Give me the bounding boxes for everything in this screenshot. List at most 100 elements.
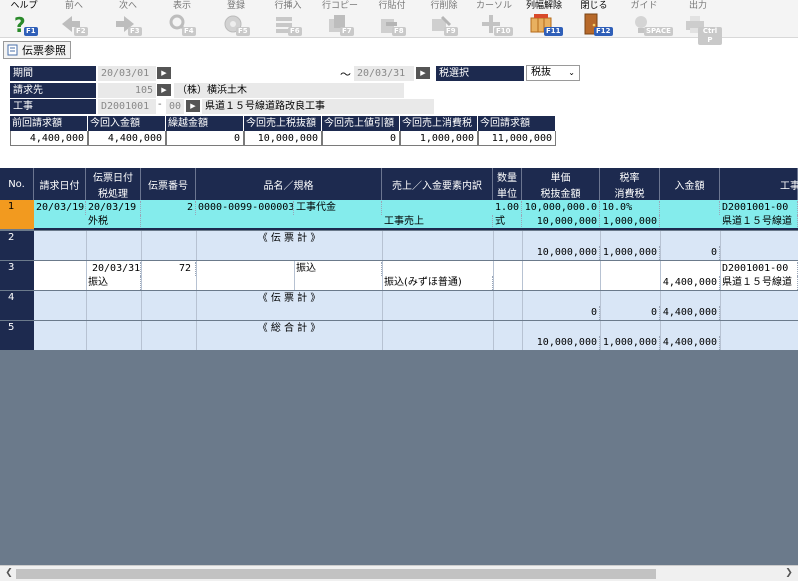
period-to-field[interactable]: 20/03/31	[354, 66, 414, 81]
scroll-right-icon[interactable]: ❯	[782, 568, 796, 580]
tax-cell[interactable]: 1,000,000	[600, 246, 660, 260]
customer-code-field[interactable]: 105	[98, 83, 156, 98]
table-row[interactable]: 5 《 総 合 計 》 10,000,000 1,000,000 4,400,0…	[0, 321, 798, 350]
slip-date-cell[interactable]: 20/03/31	[86, 262, 141, 276]
col-header-project[interactable]: 工事	[720, 168, 798, 200]
unit-price-cell[interactable]: 10,000,000.0	[522, 201, 600, 215]
tax-proc-cell[interactable]: 振込	[86, 276, 141, 290]
tax-cell[interactable]: 1,000,000	[600, 215, 660, 229]
col-header-excl-amount[interactable]: 税抜金額	[522, 184, 600, 200]
deposit-cell[interactable]	[660, 201, 720, 215]
table-row[interactable]: 1 20/03/19 20/03/19 外税 2 0000-0099-00000…	[0, 200, 798, 230]
excl-amount-cell[interactable]: 10,000,000	[522, 246, 600, 260]
col-header-unit[interactable]: 単位	[493, 184, 522, 200]
customer-picker[interactable]: ▶	[157, 84, 171, 96]
col-header-tax-proc[interactable]: 税処理	[86, 184, 141, 200]
summary-billing: 11,000,000	[478, 131, 556, 146]
tax-cell[interactable]: 1,000,000	[600, 336, 660, 350]
grand-total-label: 《 総 合 計 》	[257, 323, 321, 334]
period-from-picker[interactable]: ▶	[157, 67, 171, 79]
column-width-reset-button[interactable]: 列幅解除 F11	[520, 1, 568, 37]
sales-type-cell[interactable]: 工事売上	[382, 215, 493, 229]
summary-header-deposit: 今回入金額	[88, 116, 166, 131]
deposit-cell[interactable]: 4,400,000	[660, 306, 720, 320]
cursor-button[interactable]: カーソル F10	[470, 1, 518, 37]
excl-amount-cell[interactable]: 10,000,000	[522, 215, 600, 229]
row-number[interactable]: 1	[0, 200, 34, 229]
row-number[interactable]: 5	[0, 321, 34, 350]
project-sub-field[interactable]: 00	[166, 99, 184, 114]
horizontal-scrollbar[interactable]: ❮ ❯	[0, 565, 798, 581]
col-header-slip-no[interactable]: 伝票番号	[141, 168, 196, 200]
qty-cell[interactable]: 1.00	[493, 201, 522, 215]
tax-rate-cell[interactable]: 10.0%	[600, 201, 660, 215]
close-button[interactable]: 閉じる F12	[570, 1, 618, 37]
table-row[interactable]: 2 《 伝 票 計 》 10,000,000 1,000,000 0	[0, 231, 798, 260]
col-header-qty[interactable]: 数量	[493, 168, 522, 184]
register-button[interactable]: 登録 F5	[212, 1, 260, 37]
period-to-picker[interactable]: ▶	[416, 67, 430, 79]
chevron-down-icon: ⌄	[568, 68, 575, 77]
next-button[interactable]: 次へ F3	[104, 1, 152, 37]
paste-row-button[interactable]: 行貼付 F8	[368, 1, 416, 37]
col-header-bill-date[interactable]: 請求日付	[34, 168, 86, 200]
display-button[interactable]: 表示 F4	[158, 1, 206, 37]
scroll-left-icon[interactable]: ❮	[2, 568, 16, 580]
scrollbar-thumb[interactable]	[16, 569, 656, 579]
slip-no-cell[interactable]: 72	[141, 262, 196, 276]
item-code-cell[interactable]: 0000-0099-000003	[196, 201, 294, 215]
document-icon	[7, 44, 18, 56]
col-header-tax[interactable]: 消費税	[600, 184, 660, 200]
excl-amount-cell[interactable]: 0	[522, 306, 600, 320]
insert-row-button[interactable]: 行挿入 F6	[264, 1, 312, 37]
project-picker[interactable]: ▶	[186, 100, 200, 112]
tax-select[interactable]: 税抜 ⌄	[526, 65, 580, 81]
col-header-no: No.	[0, 168, 34, 200]
project-name-cell[interactable]: 県道１５号線道	[720, 276, 798, 290]
col-header-slip-date[interactable]: 伝票日付	[86, 168, 141, 184]
help-button[interactable]: ヘルプ ? F1	[0, 1, 48, 37]
table-row[interactable]: 4 《 伝 票 計 》 0 0 4,400,000	[0, 291, 798, 320]
tab-slip-reference[interactable]: 伝票参照	[3, 41, 71, 59]
project-code-field[interactable]: D2001001	[98, 99, 156, 114]
col-header-item[interactable]: 品名／規格	[196, 168, 382, 200]
item-name-cell[interactable]: 振込	[294, 262, 382, 276]
project-code-cell[interactable]: D2001001-00	[720, 262, 798, 276]
table-row[interactable]: 3 20/03/31 振込 72 振込 振込(みずほ普通) 4,400,000 …	[0, 261, 798, 290]
summary-header-billing: 今回請求額	[478, 116, 556, 131]
excl-amount-cell[interactable]: 10,000,000	[522, 336, 600, 350]
project-code-cell[interactable]: D2001001-00	[720, 201, 798, 215]
bill-date-cell[interactable]: 20/03/19	[34, 201, 86, 215]
row-number[interactable]: 3	[0, 261, 34, 290]
tax-proc-cell[interactable]: 外税	[86, 215, 141, 229]
sales-type-cell[interactable]: 振込(みずほ普通)	[382, 276, 493, 290]
deposit-cell[interactable]: 0	[660, 246, 720, 260]
guide-button[interactable]: ガイド SPACE	[620, 1, 673, 37]
period-from-field[interactable]: 20/03/01	[98, 66, 156, 81]
project-name-cell[interactable]: 県道１５号線道	[720, 215, 798, 229]
summary-sales-excl: 10,000,000	[244, 131, 322, 146]
col-header-sales-type[interactable]: 売上／入金要素内訳	[382, 168, 493, 200]
col-header-tax-rate[interactable]: 税率	[600, 168, 660, 184]
summary-prev-billing: 4,400,000	[10, 131, 88, 146]
row-number[interactable]: 2	[0, 231, 34, 260]
col-header-unit-price[interactable]: 単価	[522, 168, 600, 184]
deposit-cell[interactable]: 4,400,000	[660, 336, 720, 350]
slip-no-cell[interactable]: 2	[141, 201, 196, 215]
period-separator: ～	[340, 68, 351, 81]
output-button[interactable]: 出力 Ctrl P	[674, 1, 722, 45]
summary-tax: 1,000,000	[400, 131, 478, 146]
col-header-deposit[interactable]: 入金額	[660, 168, 720, 200]
delete-row-button[interactable]: 行削除 F9	[420, 1, 468, 37]
tax-cell[interactable]: 0	[600, 306, 660, 320]
project-dash: -	[158, 99, 162, 110]
row-number[interactable]: 4	[0, 291, 34, 320]
copy-row-button[interactable]: 行コピー F7	[316, 1, 364, 37]
summary-carryover: 0	[166, 131, 244, 146]
item-name-cell[interactable]: 工事代金	[294, 201, 382, 215]
prev-button[interactable]: 前へ F2	[50, 1, 98, 37]
customer-label: 請求先	[10, 83, 96, 98]
deposit-cell[interactable]: 4,400,000	[660, 276, 720, 290]
slip-date-cell[interactable]: 20/03/19	[86, 201, 141, 215]
unit-cell[interactable]: 式	[493, 215, 522, 229]
